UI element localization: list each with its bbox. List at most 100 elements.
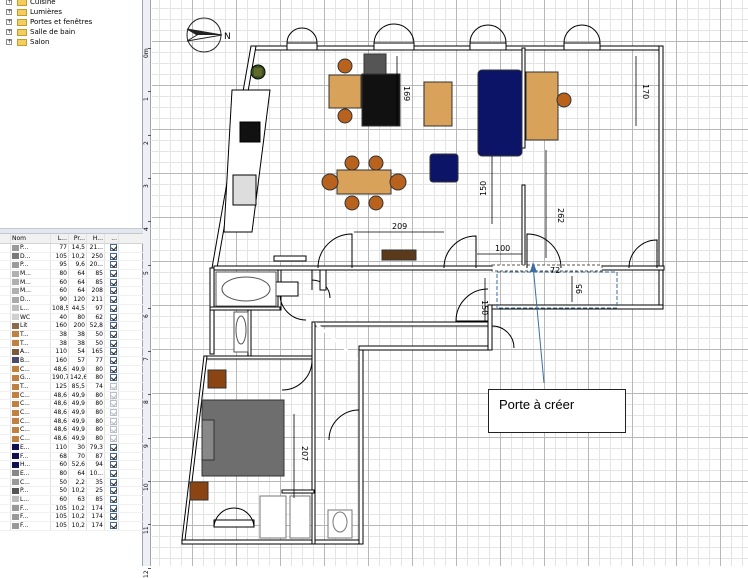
table-row[interactable]: A... 110 54 165 [0, 348, 143, 357]
table-row[interactable]: C... 48,6 49,9 80 [0, 409, 143, 418]
visible-checkbox[interactable] [110, 495, 117, 503]
table-row[interactable]: M... 60 64 208 [0, 287, 143, 297]
visible-checkbox[interactable] [110, 469, 117, 477]
visible-checkbox[interactable] [110, 504, 117, 512]
table-row[interactable]: H... 60 52,6 94 [0, 461, 143, 470]
visible-checkbox[interactable] [110, 443, 117, 451]
visible-checkbox[interactable] [110, 278, 117, 286]
table-row[interactable]: T... 125 85,5 74 [0, 383, 143, 392]
expand-icon[interactable]: + [6, 0, 12, 5]
column-width[interactable]: L... [51, 234, 69, 243]
table-row[interactable]: E... 110 30 79,3 [0, 443, 143, 453]
table-row[interactable]: C... 48,6 49,9 80 [0, 435, 143, 444]
column-icon[interactable] [0, 234, 11, 243]
row-visible-cell [105, 383, 119, 391]
table-row[interactable]: Lit 160 200 52,8 [0, 322, 143, 331]
tree-item[interactable]: + Portes et fenêtres [0, 17, 143, 27]
visible-checkbox[interactable] [110, 365, 117, 373]
column-name[interactable]: Nom [11, 234, 51, 243]
visible-checkbox[interactable] [110, 478, 117, 486]
row-depth: 10,2 [69, 522, 87, 530]
kitchen-counter[interactable] [223, 64, 271, 233]
visible-checkbox[interactable] [110, 426, 117, 434]
visible-checkbox[interactable] [110, 313, 117, 321]
row-depth: 70 [69, 452, 87, 461]
tree-item[interactable]: + Salon [0, 37, 143, 47]
visible-checkbox[interactable] [110, 487, 117, 495]
table-row[interactable]: P... 95 9,6 20... [0, 261, 143, 271]
table-row[interactable]: D... 90 120 211 [0, 296, 143, 305]
row-visible-cell [105, 417, 119, 426]
visible-checkbox[interactable] [110, 287, 117, 295]
table-row[interactable]: C... 48,6 49,9 80 [0, 426, 143, 436]
table-row[interactable]: C... 48,6 49,9 80 [0, 417, 143, 427]
visible-checkbox[interactable] [110, 452, 117, 460]
table-row[interactable]: C... 48,6 49,9 80 [0, 391, 143, 401]
visible-checkbox[interactable] [110, 244, 117, 251]
table-row[interactable]: T... 38 38 50 [0, 330, 143, 340]
visible-checkbox[interactable] [110, 391, 117, 399]
visible-checkbox[interactable] [110, 383, 117, 390]
visible-checkbox[interactable] [110, 252, 117, 260]
visible-checkbox[interactable] [110, 417, 117, 425]
table-row[interactable]: G... 190,7 142,6 80 [0, 374, 143, 383]
visible-checkbox[interactable] [110, 270, 117, 278]
visible-checkbox[interactable] [110, 339, 117, 347]
expand-icon[interactable]: + [6, 29, 12, 35]
visible-checkbox[interactable] [110, 461, 117, 469]
table-row[interactable]: B... 160 57 77 [0, 356, 143, 366]
column-height[interactable]: H... [87, 234, 105, 243]
table-row[interactable]: L... 60 63 85 [0, 495, 143, 505]
visible-checkbox[interactable] [110, 304, 117, 312]
tree-item[interactable]: + Cuisine [0, 0, 143, 7]
table-row[interactable]: F... 68 70 87 [0, 452, 143, 462]
expand-icon[interactable]: + [6, 9, 12, 15]
ruler-label: 9 [143, 443, 150, 448]
expand-icon[interactable]: + [6, 19, 12, 25]
table-row[interactable]: P... 77 14,5 21... [0, 244, 143, 253]
table-row[interactable]: F... 105 10,2 174 [0, 513, 143, 522]
table-row[interactable]: WC 40 80 62 [0, 313, 143, 323]
visible-checkbox[interactable] [110, 522, 117, 529]
visible-checkbox[interactable] [110, 513, 117, 521]
visible-checkbox[interactable] [110, 435, 117, 443]
visible-checkbox[interactable] [110, 356, 117, 364]
visible-checkbox[interactable] [110, 348, 117, 356]
ruler-label: 8 [143, 400, 150, 405]
visible-checkbox[interactable] [110, 296, 117, 304]
living-furniture[interactable] [321, 53, 572, 261]
table-row[interactable]: M... 80 64 85 [0, 270, 143, 279]
callout-box[interactable]: Porte à créer [488, 389, 626, 433]
bathroom-fixtures[interactable] [215, 271, 277, 353]
tree-item[interactable]: + Salle de bain [0, 27, 143, 37]
visible-checkbox[interactable] [110, 409, 117, 417]
table-row[interactable]: E... 80 64 10... [0, 469, 143, 479]
table-row[interactable]: M... 60 64 85 [0, 278, 143, 288]
table-row[interactable]: C... 48,6 49,9 80 [0, 400, 143, 410]
visible-checkbox[interactable] [110, 374, 117, 382]
dim-72: 72 [550, 266, 560, 275]
expand-icon[interactable]: + [6, 39, 12, 45]
visible-checkbox[interactable] [110, 322, 117, 330]
row-height: 80 [87, 435, 105, 443]
table-row[interactable]: L... 108,5 44,5 97 [0, 304, 143, 314]
column-depth[interactable]: Pr... [69, 234, 87, 243]
table-row[interactable]: P... 50 10,2 25 [0, 487, 143, 496]
table-row[interactable]: D... 105 10,2 250 [0, 252, 143, 262]
table-row[interactable]: F... 105 10,2 174 [0, 504, 143, 514]
table-row[interactable]: C... 48,6 49,9 80 [0, 365, 143, 375]
row-height: 20... [87, 261, 105, 270]
furniture-icon [12, 322, 19, 329]
bedroom-furniture[interactable] [189, 369, 353, 539]
ruler-tick [148, 48, 151, 49]
tree-item[interactable]: + Lumières [0, 7, 143, 17]
visible-checkbox[interactable] [110, 400, 117, 408]
column-visible[interactable]: ... [105, 234, 119, 243]
visible-checkbox[interactable] [110, 330, 117, 338]
table-row[interactable]: T... 38 38 50 [0, 339, 143, 349]
visible-checkbox[interactable] [110, 261, 117, 269]
table-row[interactable]: C... 50 2,2 35 [0, 478, 143, 488]
table-row[interactable]: F... 105 10,2 174 [0, 522, 143, 531]
plan-canvas[interactable]: N 169 170 150 262 209 100 72 150 95 207 … [152, 0, 748, 566]
compass-icon[interactable]: N [186, 17, 231, 53]
